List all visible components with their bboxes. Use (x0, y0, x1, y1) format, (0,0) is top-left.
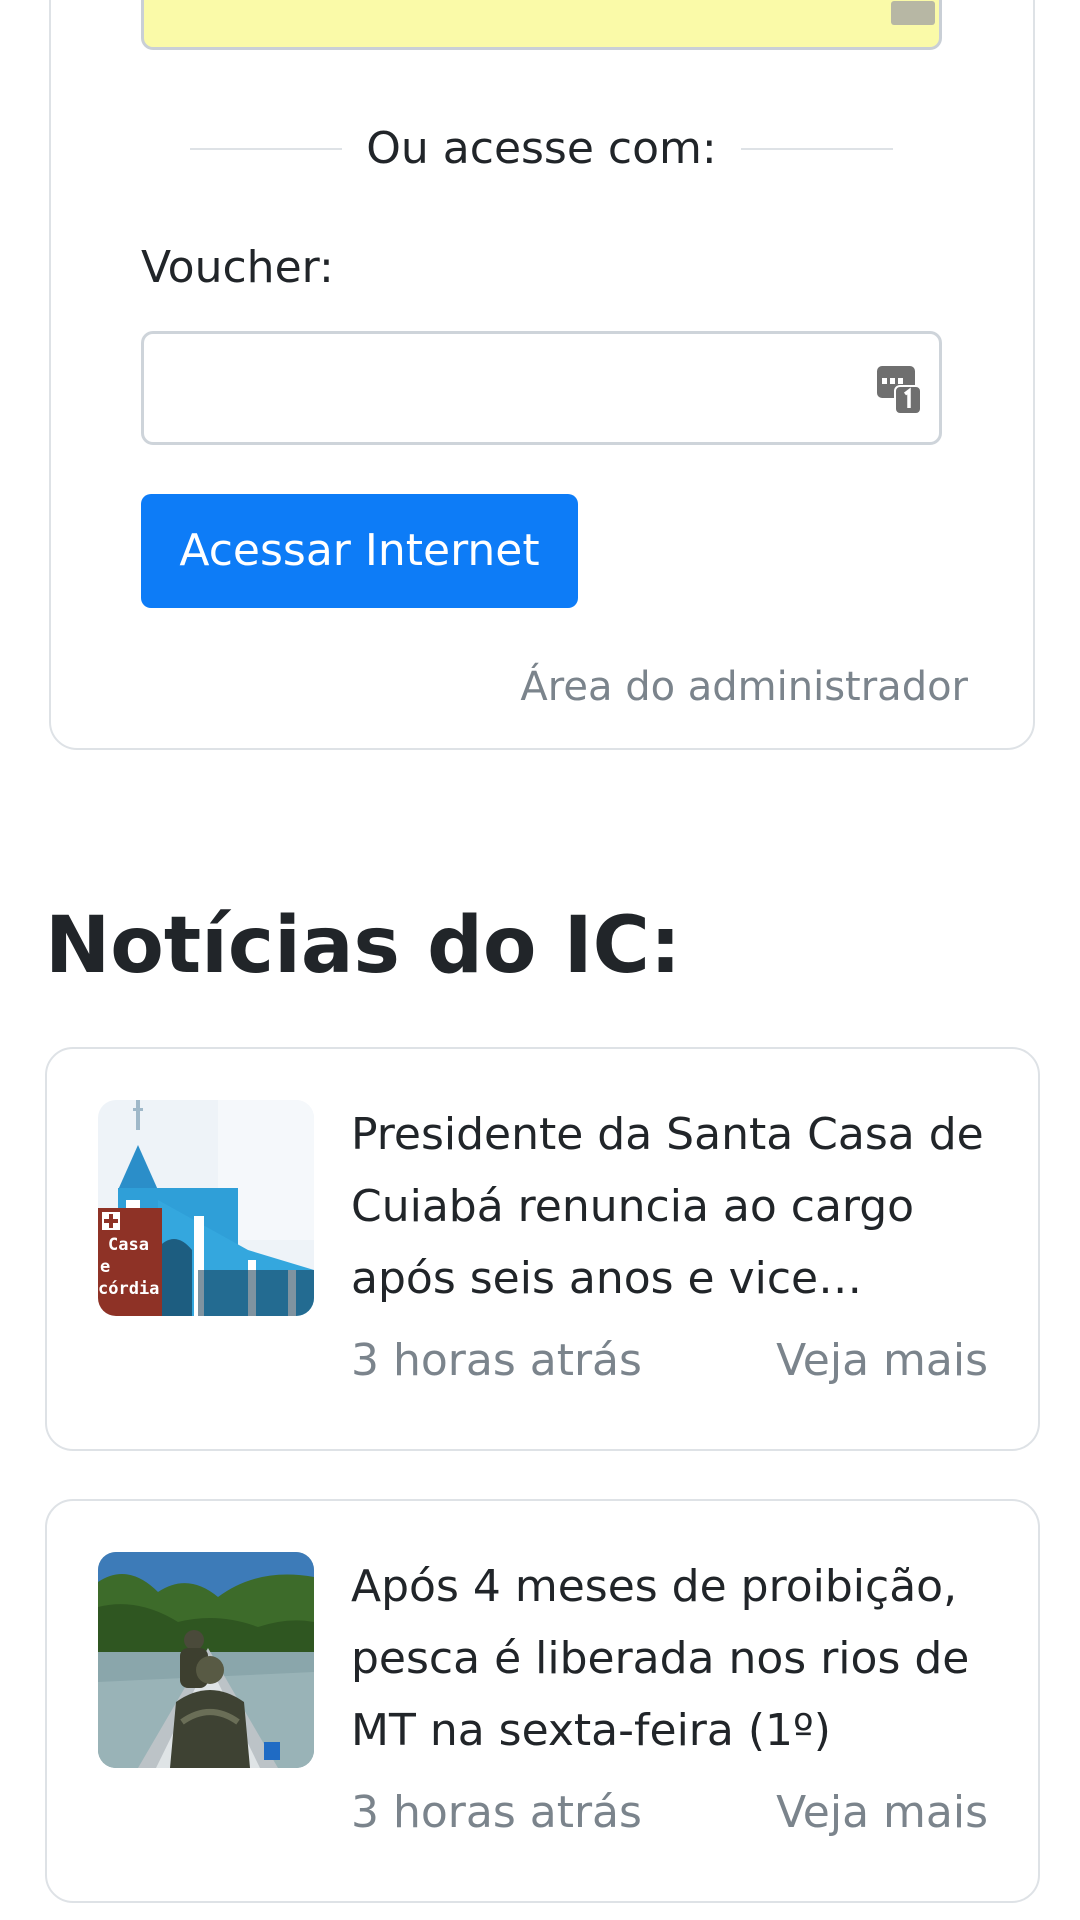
news-headline[interactable]: Presidente da Santa Casa de Cuiabá renun… (351, 1099, 1001, 1315)
sign-text-1: Casa (108, 1235, 149, 1255)
access-internet-button[interactable]: Acessar Internet (141, 494, 578, 608)
news-timestamp: 3 horas atrás (351, 1787, 642, 1838)
sign-text-3: córdia (98, 1279, 159, 1299)
voucher-label: Voucher: (141, 242, 334, 293)
voucher-field[interactable] (141, 331, 942, 445)
news-headline[interactable]: Após 4 meses de proibição, pesca é liber… (351, 1551, 1001, 1767)
news-section-title: Notícias do IC: (45, 901, 682, 991)
voucher-input[interactable] (144, 334, 939, 442)
news-card[interactable]: Após 4 meses de proibição, pesca é liber… (45, 1499, 1040, 1903)
news-thumbnail[interactable] (98, 1552, 314, 1768)
password-manager-icon[interactable] (891, 1, 935, 25)
see-more-link[interactable]: Veja mais (776, 1331, 988, 1391)
alternative-login-divider: Ou acesse com: (190, 118, 893, 180)
river-boat-photo (98, 1552, 314, 1768)
news-thumbnail[interactable]: Casa e córdia (98, 1100, 314, 1316)
news-timestamp: 3 horas atrás (351, 1335, 642, 1386)
admin-area-link[interactable]: Área do administrador (520, 662, 968, 712)
sign-text-2: e (100, 1257, 110, 1277)
see-more-link[interactable]: Veja mais (776, 1783, 988, 1843)
divider-line-right (741, 148, 893, 150)
news-card[interactable]: Casa e córdia Presidente da Santa Casa d… (45, 1047, 1040, 1451)
church-photo: Casa e córdia (98, 1100, 314, 1316)
autofilled-input-field[interactable] (141, 0, 942, 50)
password-manager-icon[interactable] (875, 362, 925, 418)
